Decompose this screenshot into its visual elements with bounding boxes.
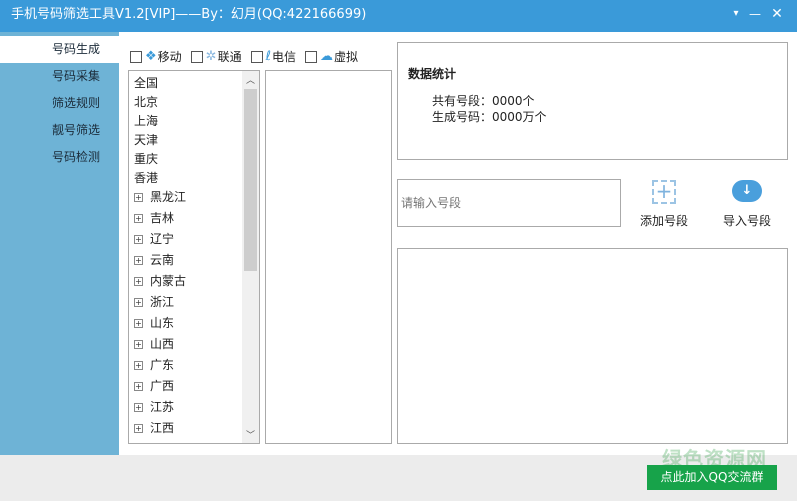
region-label: 广西: [150, 379, 175, 393]
region-label: 辽宁: [150, 232, 175, 246]
checkbox[interactable]: [250, 50, 263, 63]
checkbox[interactable]: [304, 50, 317, 63]
expand-icon[interactable]: +: [134, 193, 143, 202]
scroll-down-icon[interactable]: ﹀: [242, 428, 259, 441]
expand-icon[interactable]: +: [134, 277, 143, 286]
region-label: 北京: [134, 95, 159, 109]
region-item[interactable]: + 江西: [134, 419, 174, 436]
region-item[interactable]: + 山西: [134, 335, 174, 352]
sidebar: 号码生成 号码采集 筛选规则 靓号筛选 号码检测: [0, 32, 119, 455]
china-mobile-icon: ❖: [145, 49, 157, 64]
expand-icon[interactable]: +: [134, 424, 143, 433]
carrier-unicom[interactable]: ✲ 联通: [190, 48, 242, 65]
carrier-filters: ❖ 移动 ✲ 联通 ℓ 电信 ☁ 虚拟: [130, 48, 364, 65]
window-title: 手机号码筛选工具V1.2[VIP]——By：幻月(QQ:422166699): [11, 7, 367, 22]
segment-list[interactable]: [265, 70, 392, 444]
region-label: 上海: [134, 114, 159, 128]
checkbox[interactable]: [130, 50, 142, 63]
china-telecom-icon: ℓ: [265, 49, 271, 64]
region-label: 浙江: [150, 295, 175, 309]
stats-title: 数据统计: [408, 67, 457, 81]
region-item[interactable]: 全国: [134, 74, 158, 91]
sidebar-item-lucky-numbers[interactable]: 靓号筛选: [0, 117, 119, 144]
scrollbar[interactable]: ︿ ﹀: [242, 71, 259, 443]
region-item[interactable]: 北京: [134, 93, 158, 110]
scrollbar-thumb[interactable]: [244, 89, 257, 271]
region-label: 广东: [150, 358, 175, 372]
close-button[interactable]: ✕: [767, 0, 787, 30]
expand-icon[interactable]: +: [134, 256, 143, 265]
region-label: 山西: [150, 337, 175, 351]
sidebar-item-generate[interactable]: 号码生成: [0, 36, 119, 63]
china-unicom-icon: ✲: [205, 49, 217, 64]
region-label: 山东: [150, 316, 175, 330]
region-label: 天津: [134, 133, 159, 147]
expand-icon[interactable]: +: [134, 298, 143, 307]
expand-icon[interactable]: +: [134, 214, 143, 223]
region-label: 全国: [134, 76, 159, 90]
region-item[interactable]: + 云南: [134, 251, 174, 268]
menu-dropdown-icon[interactable]: ▾: [726, 0, 746, 30]
region-label: 重庆: [134, 152, 159, 166]
generated-count: 生成号码：0000万个: [432, 110, 547, 124]
scroll-up-icon[interactable]: ︿: [242, 73, 259, 86]
region-item[interactable]: + 山东: [134, 314, 174, 331]
expand-icon[interactable]: +: [134, 235, 143, 244]
region-item[interactable]: + 江苏: [134, 398, 174, 415]
expand-icon[interactable]: +: [134, 403, 143, 412]
add-segment-button[interactable]: + 添加号段: [636, 180, 692, 229]
region-item[interactable]: 天津: [134, 131, 158, 148]
region-item[interactable]: + 广西: [134, 377, 174, 394]
region-item[interactable]: 重庆: [134, 150, 158, 167]
carrier-mobile[interactable]: ❖ 移动: [130, 48, 182, 65]
region-item[interactable]: + 黑龙江: [134, 188, 186, 205]
title-bar: 手机号码筛选工具V1.2[VIP]——By：幻月(QQ:422166699) ▾…: [0, 0, 797, 32]
region-tree[interactable]: + 江西 + 江苏 + 广西 + 广东 + 山西 + 山东 + 浙江 + 内蒙古 + 云南 + 辽宁 + 吉林 + 黑龙江 香港…: [128, 70, 260, 444]
region-label: 江西: [150, 421, 175, 435]
sidebar-item-filter-rules[interactable]: 筛选规则: [0, 90, 119, 117]
region-label: 黑龙江: [150, 190, 187, 204]
cloud-download-icon: ↓: [732, 180, 762, 202]
region-label: 香港: [134, 171, 159, 185]
expand-icon[interactable]: +: [134, 340, 143, 349]
segment-input[interactable]: [397, 179, 621, 227]
join-qq-group-button[interactable]: 点此加入QQ交流群: [647, 465, 777, 490]
region-label: 云南: [150, 253, 175, 267]
region-label: 江苏: [150, 400, 175, 414]
region-item[interactable]: 上海: [134, 112, 158, 129]
segment-count: 共有号段：0000个: [432, 94, 535, 108]
expand-icon[interactable]: +: [134, 382, 143, 391]
carrier-telecom[interactable]: ℓ 电信: [250, 48, 296, 65]
stats-panel: 数据统计 共有号段：0000个 生成号码：0000万个: [397, 42, 788, 160]
region-item[interactable]: + 内蒙古: [134, 272, 186, 289]
checkbox[interactable]: [190, 50, 203, 63]
expand-icon[interactable]: +: [134, 361, 143, 370]
import-segment-button[interactable]: ↓ 导入号段: [718, 180, 776, 229]
expand-icon[interactable]: +: [134, 319, 143, 328]
region-label: 吉林: [150, 211, 175, 225]
region-item[interactable]: + 广东: [134, 356, 174, 373]
add-icon: +: [652, 180, 676, 204]
minimize-button[interactable]: —: [745, 0, 765, 30]
region-item[interactable]: + 吉林: [134, 209, 174, 226]
region-item[interactable]: 香港: [134, 169, 158, 186]
output-area[interactable]: [397, 248, 788, 444]
region-label: 内蒙古: [150, 274, 187, 288]
sidebar-item-check[interactable]: 号码检测: [0, 144, 119, 171]
sidebar-item-collect[interactable]: 号码采集: [0, 63, 119, 90]
carrier-virtual[interactable]: ☁ 虚拟: [304, 48, 358, 65]
region-item[interactable]: + 辽宁: [134, 230, 174, 247]
region-item[interactable]: + 浙江: [134, 293, 174, 310]
cloud-icon: ☁: [319, 49, 333, 64]
